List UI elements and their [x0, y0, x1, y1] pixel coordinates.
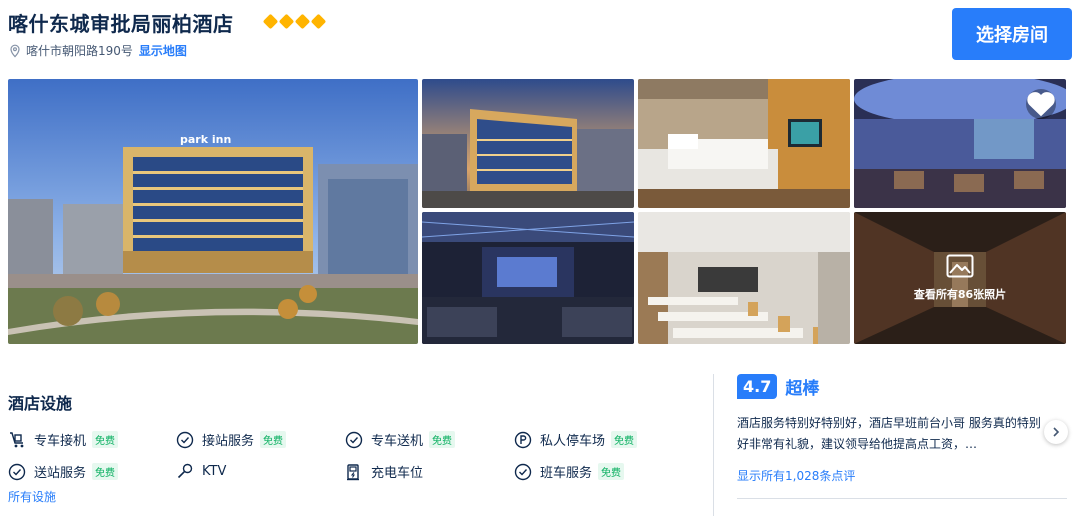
image-icon	[946, 254, 974, 278]
facility-item: 接站服务 免费	[176, 430, 287, 449]
photo-corridor[interactable]: 查看所有86张照片	[854, 212, 1066, 344]
facility-label: 专车接机	[34, 434, 87, 449]
facility-label: 接站服务	[202, 434, 255, 449]
reviews-section: 4.7 超棒 酒店服务特别好特别好，酒店早班前台小哥 服务真的特别好非常有礼貌，…	[737, 374, 1068, 516]
free-badge: 免费	[260, 431, 287, 448]
check-circle-icon	[514, 463, 532, 480]
diamond-star-icon	[278, 13, 295, 30]
favorite-button[interactable]	[1026, 89, 1056, 119]
diamond-star-icon	[294, 13, 311, 30]
view-all-photos-label: 查看所有86张照片	[913, 288, 1007, 301]
free-badge: 免费	[92, 463, 119, 480]
facilities-title: 酒店设施	[8, 394, 73, 413]
luggage-cart-icon	[10, 431, 24, 447]
check-circle-icon	[8, 463, 26, 480]
show-map-link[interactable]: 显示地图	[139, 42, 187, 59]
review-score-badge: 4.7	[737, 374, 778, 399]
diamond-star-icon	[310, 13, 327, 30]
facility-item: 专车送机 免费	[345, 430, 456, 449]
facility-item: 专车接机 免费	[8, 430, 119, 449]
hotel-address: 喀什市朝阳路190号	[26, 44, 133, 58]
photo-meeting-room[interactable]	[638, 212, 850, 344]
all-reviews-link[interactable]: 显示所有1,028条点评	[737, 467, 855, 484]
facility-label: 送站服务	[34, 466, 87, 481]
check-circle-icon	[176, 431, 194, 448]
photo-gallery: park inn 查看所有86张照片	[8, 79, 1066, 344]
facility-item: 私人停车场 免费	[514, 430, 638, 449]
free-badge: 免费	[598, 463, 625, 480]
photo-ktv-lounge[interactable]	[422, 212, 634, 344]
facility-label: KTV	[202, 463, 227, 479]
next-review-button[interactable]	[1044, 420, 1068, 444]
free-badge: 免费	[611, 431, 638, 448]
location-pin-icon	[10, 44, 20, 57]
section-divider	[713, 374, 714, 516]
free-badge: 免费	[429, 431, 456, 448]
facility-label: 私人停车场	[540, 434, 606, 449]
review-score-label: 超棒	[785, 379, 820, 399]
heart-icon	[1027, 92, 1055, 117]
svg-text:park inn: park inn	[180, 133, 231, 146]
facility-item: KTV	[176, 462, 226, 480]
review-snippet: 酒店服务特别好特别好，酒店早班前台小哥 服务真的特别好非常有礼貌，建议领导给他提…	[737, 416, 1041, 451]
review-score-row: 4.7 超棒	[737, 374, 819, 399]
chevron-right-icon	[1053, 427, 1060, 437]
check-circle-icon	[345, 431, 363, 448]
diamond-star-icon	[262, 13, 279, 30]
facility-label: 专车送机	[371, 434, 424, 449]
facilities-section: 酒店设施 专车接机 免费 接站服务 免费 专车送机 免费 私人停车场 免费 送站…	[8, 390, 688, 504]
facility-item: 班车服务 免费	[514, 462, 625, 481]
photo-hotel-exterior-dusk[interactable]	[422, 79, 634, 208]
review-divider	[737, 498, 1067, 499]
star-rating	[262, 13, 327, 30]
facility-item: 充电车位	[345, 462, 423, 481]
facility-label: 充电车位	[371, 466, 424, 481]
select-room-button[interactable]: 选择房间	[952, 8, 1072, 60]
address-row: 喀什市朝阳路190号 显示地图	[8, 42, 187, 59]
microphone-icon	[177, 463, 193, 479]
hotel-name: 喀什东城审批局丽柏酒店	[8, 12, 234, 36]
photo-lounge-bar[interactable]	[854, 79, 1066, 208]
hotel-header: 喀什东城审批局丽柏酒店 喀什市朝阳路190号 显示地图 选择房间	[8, 6, 1072, 66]
free-badge: 免费	[92, 431, 119, 448]
facility-label: 班车服务	[540, 466, 593, 481]
photo-hotel-exterior-main[interactable]: park inn	[8, 79, 418, 344]
photo-guest-room[interactable]	[638, 79, 850, 208]
all-facilities-link[interactable]: 所有设施	[8, 488, 56, 505]
charging-station-icon	[347, 463, 359, 480]
parking-icon	[514, 431, 532, 448]
view-all-photos-button[interactable]: 查看所有86张照片	[854, 212, 1066, 344]
facility-item: 送站服务 免费	[8, 462, 119, 481]
